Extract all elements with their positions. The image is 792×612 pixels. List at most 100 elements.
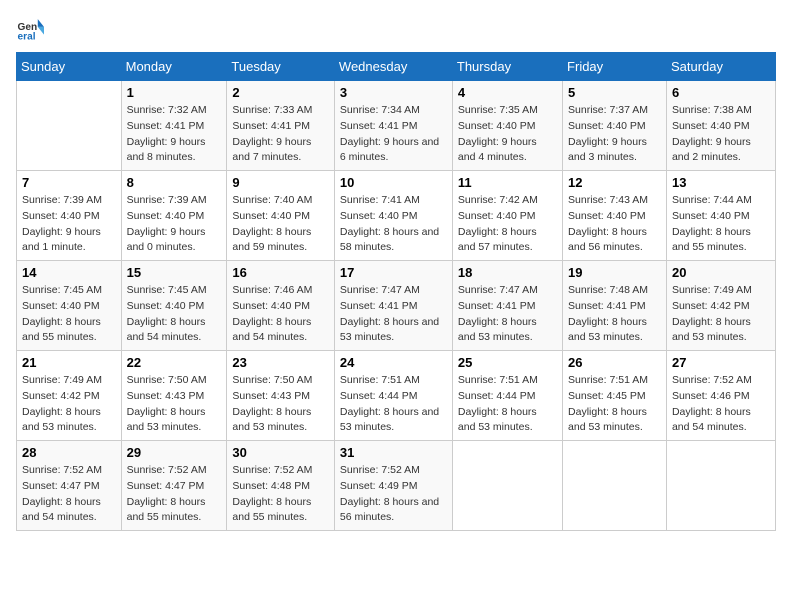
logo-icon: Gen eral [16, 16, 44, 44]
day-info: Sunrise: 7:32 AMSunset: 4:41 PMDaylight:… [127, 104, 207, 163]
header-row: SundayMondayTuesdayWednesdayThursdayFrid… [17, 53, 776, 81]
calendar-table: SundayMondayTuesdayWednesdayThursdayFrid… [16, 52, 776, 531]
day-number: 20 [672, 265, 770, 280]
day-number: 6 [672, 85, 770, 100]
day-cell: 3 Sunrise: 7:34 AMSunset: 4:41 PMDayligh… [334, 81, 452, 171]
day-info: Sunrise: 7:50 AMSunset: 4:43 PMDaylight:… [127, 374, 207, 433]
day-info: Sunrise: 7:50 AMSunset: 4:43 PMDaylight:… [232, 374, 312, 433]
day-info: Sunrise: 7:51 AMSunset: 4:45 PMDaylight:… [568, 374, 648, 433]
header-monday: Monday [121, 53, 227, 81]
day-cell: 31 Sunrise: 7:52 AMSunset: 4:49 PMDaylig… [334, 441, 452, 531]
header-friday: Friday [563, 53, 667, 81]
day-info: Sunrise: 7:44 AMSunset: 4:40 PMDaylight:… [672, 194, 752, 253]
day-info: Sunrise: 7:52 AMSunset: 4:47 PMDaylight:… [127, 464, 207, 523]
day-number: 16 [232, 265, 329, 280]
day-cell: 16 Sunrise: 7:46 AMSunset: 4:40 PMDaylig… [227, 261, 335, 351]
day-number: 22 [127, 355, 222, 370]
day-cell: 15 Sunrise: 7:45 AMSunset: 4:40 PMDaylig… [121, 261, 227, 351]
day-info: Sunrise: 7:47 AMSunset: 4:41 PMDaylight:… [458, 284, 538, 343]
header-saturday: Saturday [666, 53, 775, 81]
day-cell: 23 Sunrise: 7:50 AMSunset: 4:43 PMDaylig… [227, 351, 335, 441]
svg-text:eral: eral [18, 31, 36, 42]
day-number: 11 [458, 175, 557, 190]
day-number: 26 [568, 355, 661, 370]
day-number: 24 [340, 355, 447, 370]
day-cell: 25 Sunrise: 7:51 AMSunset: 4:44 PMDaylig… [452, 351, 562, 441]
week-row-4: 28 Sunrise: 7:52 AMSunset: 4:47 PMDaylig… [17, 441, 776, 531]
day-cell: 30 Sunrise: 7:52 AMSunset: 4:48 PMDaylig… [227, 441, 335, 531]
day-number: 5 [568, 85, 661, 100]
day-cell: 14 Sunrise: 7:45 AMSunset: 4:40 PMDaylig… [17, 261, 122, 351]
day-number: 3 [340, 85, 447, 100]
day-info: Sunrise: 7:52 AMSunset: 4:46 PMDaylight:… [672, 374, 752, 433]
header-sunday: Sunday [17, 53, 122, 81]
day-info: Sunrise: 7:49 AMSunset: 4:42 PMDaylight:… [22, 374, 102, 433]
day-cell: 26 Sunrise: 7:51 AMSunset: 4:45 PMDaylig… [563, 351, 667, 441]
day-number: 13 [672, 175, 770, 190]
day-cell: 17 Sunrise: 7:47 AMSunset: 4:41 PMDaylig… [334, 261, 452, 351]
day-cell [666, 441, 775, 531]
day-cell: 11 Sunrise: 7:42 AMSunset: 4:40 PMDaylig… [452, 171, 562, 261]
day-number: 29 [127, 445, 222, 460]
day-number: 1 [127, 85, 222, 100]
day-cell: 5 Sunrise: 7:37 AMSunset: 4:40 PMDayligh… [563, 81, 667, 171]
day-info: Sunrise: 7:45 AMSunset: 4:40 PMDaylight:… [22, 284, 102, 343]
day-cell: 24 Sunrise: 7:51 AMSunset: 4:44 PMDaylig… [334, 351, 452, 441]
day-info: Sunrise: 7:39 AMSunset: 4:40 PMDaylight:… [22, 194, 102, 253]
day-number: 9 [232, 175, 329, 190]
day-cell: 9 Sunrise: 7:40 AMSunset: 4:40 PMDayligh… [227, 171, 335, 261]
day-cell: 20 Sunrise: 7:49 AMSunset: 4:42 PMDaylig… [666, 261, 775, 351]
day-cell [452, 441, 562, 531]
day-info: Sunrise: 7:41 AMSunset: 4:40 PMDaylight:… [340, 194, 439, 253]
day-number: 23 [232, 355, 329, 370]
logo: Gen eral [16, 16, 48, 44]
day-info: Sunrise: 7:34 AMSunset: 4:41 PMDaylight:… [340, 104, 439, 163]
header-wednesday: Wednesday [334, 53, 452, 81]
day-cell: 22 Sunrise: 7:50 AMSunset: 4:43 PMDaylig… [121, 351, 227, 441]
week-row-0: 1 Sunrise: 7:32 AMSunset: 4:41 PMDayligh… [17, 81, 776, 171]
day-cell: 18 Sunrise: 7:47 AMSunset: 4:41 PMDaylig… [452, 261, 562, 351]
day-cell: 27 Sunrise: 7:52 AMSunset: 4:46 PMDaylig… [666, 351, 775, 441]
day-info: Sunrise: 7:46 AMSunset: 4:40 PMDaylight:… [232, 284, 312, 343]
week-row-2: 14 Sunrise: 7:45 AMSunset: 4:40 PMDaylig… [17, 261, 776, 351]
day-info: Sunrise: 7:33 AMSunset: 4:41 PMDaylight:… [232, 104, 312, 163]
day-cell: 13 Sunrise: 7:44 AMSunset: 4:40 PMDaylig… [666, 171, 775, 261]
day-info: Sunrise: 7:43 AMSunset: 4:40 PMDaylight:… [568, 194, 648, 253]
day-number: 8 [127, 175, 222, 190]
day-number: 28 [22, 445, 116, 460]
day-number: 17 [340, 265, 447, 280]
day-number: 31 [340, 445, 447, 460]
header-tuesday: Tuesday [227, 53, 335, 81]
day-number: 7 [22, 175, 116, 190]
day-info: Sunrise: 7:45 AMSunset: 4:40 PMDaylight:… [127, 284, 207, 343]
day-info: Sunrise: 7:37 AMSunset: 4:40 PMDaylight:… [568, 104, 648, 163]
day-cell [563, 441, 667, 531]
day-cell: 6 Sunrise: 7:38 AMSunset: 4:40 PMDayligh… [666, 81, 775, 171]
day-info: Sunrise: 7:52 AMSunset: 4:48 PMDaylight:… [232, 464, 312, 523]
day-info: Sunrise: 7:39 AMSunset: 4:40 PMDaylight:… [127, 194, 207, 253]
day-cell: 4 Sunrise: 7:35 AMSunset: 4:40 PMDayligh… [452, 81, 562, 171]
day-cell: 28 Sunrise: 7:52 AMSunset: 4:47 PMDaylig… [17, 441, 122, 531]
day-number: 25 [458, 355, 557, 370]
day-cell: 8 Sunrise: 7:39 AMSunset: 4:40 PMDayligh… [121, 171, 227, 261]
day-info: Sunrise: 7:52 AMSunset: 4:49 PMDaylight:… [340, 464, 439, 523]
day-number: 18 [458, 265, 557, 280]
day-cell: 10 Sunrise: 7:41 AMSunset: 4:40 PMDaylig… [334, 171, 452, 261]
day-cell: 29 Sunrise: 7:52 AMSunset: 4:47 PMDaylig… [121, 441, 227, 531]
day-number: 2 [232, 85, 329, 100]
day-info: Sunrise: 7:51 AMSunset: 4:44 PMDaylight:… [340, 374, 439, 433]
day-info: Sunrise: 7:52 AMSunset: 4:47 PMDaylight:… [22, 464, 102, 523]
week-row-1: 7 Sunrise: 7:39 AMSunset: 4:40 PMDayligh… [17, 171, 776, 261]
day-number: 15 [127, 265, 222, 280]
week-row-3: 21 Sunrise: 7:49 AMSunset: 4:42 PMDaylig… [17, 351, 776, 441]
day-number: 19 [568, 265, 661, 280]
day-number: 12 [568, 175, 661, 190]
day-number: 21 [22, 355, 116, 370]
day-cell: 2 Sunrise: 7:33 AMSunset: 4:41 PMDayligh… [227, 81, 335, 171]
header: Gen eral [16, 16, 776, 44]
day-info: Sunrise: 7:48 AMSunset: 4:41 PMDaylight:… [568, 284, 648, 343]
day-number: 14 [22, 265, 116, 280]
day-number: 10 [340, 175, 447, 190]
day-number: 4 [458, 85, 557, 100]
day-cell: 1 Sunrise: 7:32 AMSunset: 4:41 PMDayligh… [121, 81, 227, 171]
